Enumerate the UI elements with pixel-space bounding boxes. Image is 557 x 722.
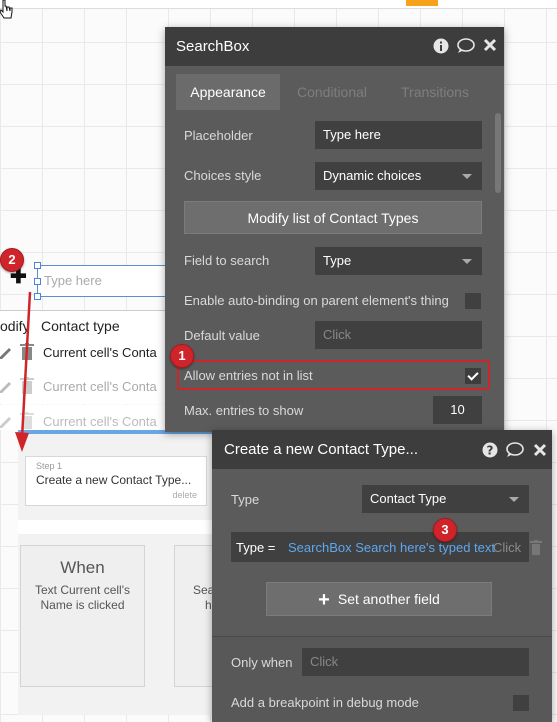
annotation-badge-3: 3 (433, 518, 457, 542)
field-to-search-dropdown[interactable]: Type (315, 247, 482, 275)
when-text: Text Current cell's Name is clicked (35, 583, 130, 612)
breakpoint-label: Add a breakpoint in debug mode (231, 695, 419, 710)
chevron-down-icon (462, 259, 472, 264)
when-heading: When (60, 558, 105, 577)
max-entries-label: Max. entries to show (184, 403, 304, 418)
step-delete-link[interactable]: delete (172, 490, 197, 500)
event-when-card[interactable]: When Text Current cell's Name is clicked (20, 545, 145, 687)
auto-binding-label: Enable auto-binding on parent element's … (184, 293, 449, 308)
trash-icon[interactable] (530, 540, 542, 555)
table-cell: Current cell's Conta (43, 379, 157, 394)
canvas-top-strip (0, 0, 557, 9)
panel-title: SearchBox (176, 38, 250, 55)
choices-style-label: Choices style (184, 168, 262, 183)
type-label: Type (231, 492, 260, 507)
chevron-down-icon (509, 497, 519, 502)
type-value: Contact Type (370, 491, 447, 506)
field-to-search-value: Type (323, 253, 352, 268)
set-another-field-button[interactable]: + Set another field (266, 582, 492, 616)
allow-entries-checkbox[interactable] (465, 368, 481, 384)
tab-conditional[interactable]: Conditional (287, 74, 377, 110)
red-arrow-annotation (15, 291, 32, 452)
allow-entries-label: Allow entries not in list (184, 368, 313, 383)
close-icon[interactable] (483, 38, 497, 52)
field-value-expression[interactable]: SearchBox Search here's typed text (288, 540, 495, 555)
choices-style-value: Dynamic choices (323, 168, 422, 183)
annotation-badge-2: 2 (0, 248, 24, 272)
panel-header: SearchBox (165, 27, 504, 66)
chevron-down-icon (462, 174, 472, 179)
step-label: Step 1 (36, 461, 63, 471)
field-key: Type = (236, 540, 276, 555)
field-to-search-label: Field to search (184, 253, 270, 268)
close-icon[interactable] (533, 443, 547, 457)
searchbox-property-editor[interactable]: SearchBox Appearance Conditional Transit… (165, 27, 504, 432)
panel-title: Create a new Contact Type... (224, 441, 418, 458)
placeholder-label: Placeholder (184, 128, 253, 143)
breakpoint-checkbox[interactable] (513, 695, 529, 711)
tab-appearance[interactable]: Appearance (176, 74, 280, 110)
field-assignment-row[interactable]: Type = SearchBox Search here's typed tex… (231, 532, 542, 562)
max-entries-input[interactable]: 10 (433, 396, 482, 424)
info-icon[interactable] (433, 38, 449, 54)
orange-accent-mark (406, 0, 438, 6)
choices-style-dropdown[interactable]: Dynamic choices (315, 162, 482, 190)
plus-icon: + (318, 589, 330, 611)
type-dropdown[interactable]: Contact Type (362, 485, 529, 513)
set-another-field-label: Set another field (337, 591, 440, 607)
comment-icon[interactable] (506, 442, 524, 458)
only-when-label: Only when (231, 655, 293, 670)
action-property-editor[interactable]: Create a new Contact Type... ? Type Cont… (212, 430, 552, 722)
help-icon[interactable]: ? (482, 442, 498, 458)
placeholder-input[interactable]: Type here (315, 121, 482, 149)
panel-scrollbar[interactable] (495, 113, 501, 193)
default-value-input[interactable]: Click (315, 321, 482, 349)
workflow-step-card[interactable]: Step 1 Create a new Contact Type... dele… (25, 456, 207, 506)
default-value-label: Default value (184, 328, 260, 343)
table-cell: Current cell's Conta (43, 345, 157, 360)
comment-icon[interactable] (457, 38, 475, 54)
only-when-input[interactable]: Click (302, 648, 529, 676)
svg-text:?: ? (487, 444, 494, 458)
modify-list-button[interactable]: Modify list of Contact Types (184, 201, 482, 234)
workflow-gap (18, 520, 223, 534)
panel-header: Create a new Contact Type... ? (212, 430, 552, 469)
field-click-placeholder[interactable]: Click (493, 540, 521, 555)
tab-transitions[interactable]: Transitions (390, 74, 480, 110)
table-cell: Current cell's Conta (43, 414, 157, 429)
step-title: Create a new Contact Type... (36, 473, 192, 487)
annotation-badge-1: 1 (170, 344, 194, 368)
auto-binding-checkbox[interactable] (465, 293, 481, 309)
